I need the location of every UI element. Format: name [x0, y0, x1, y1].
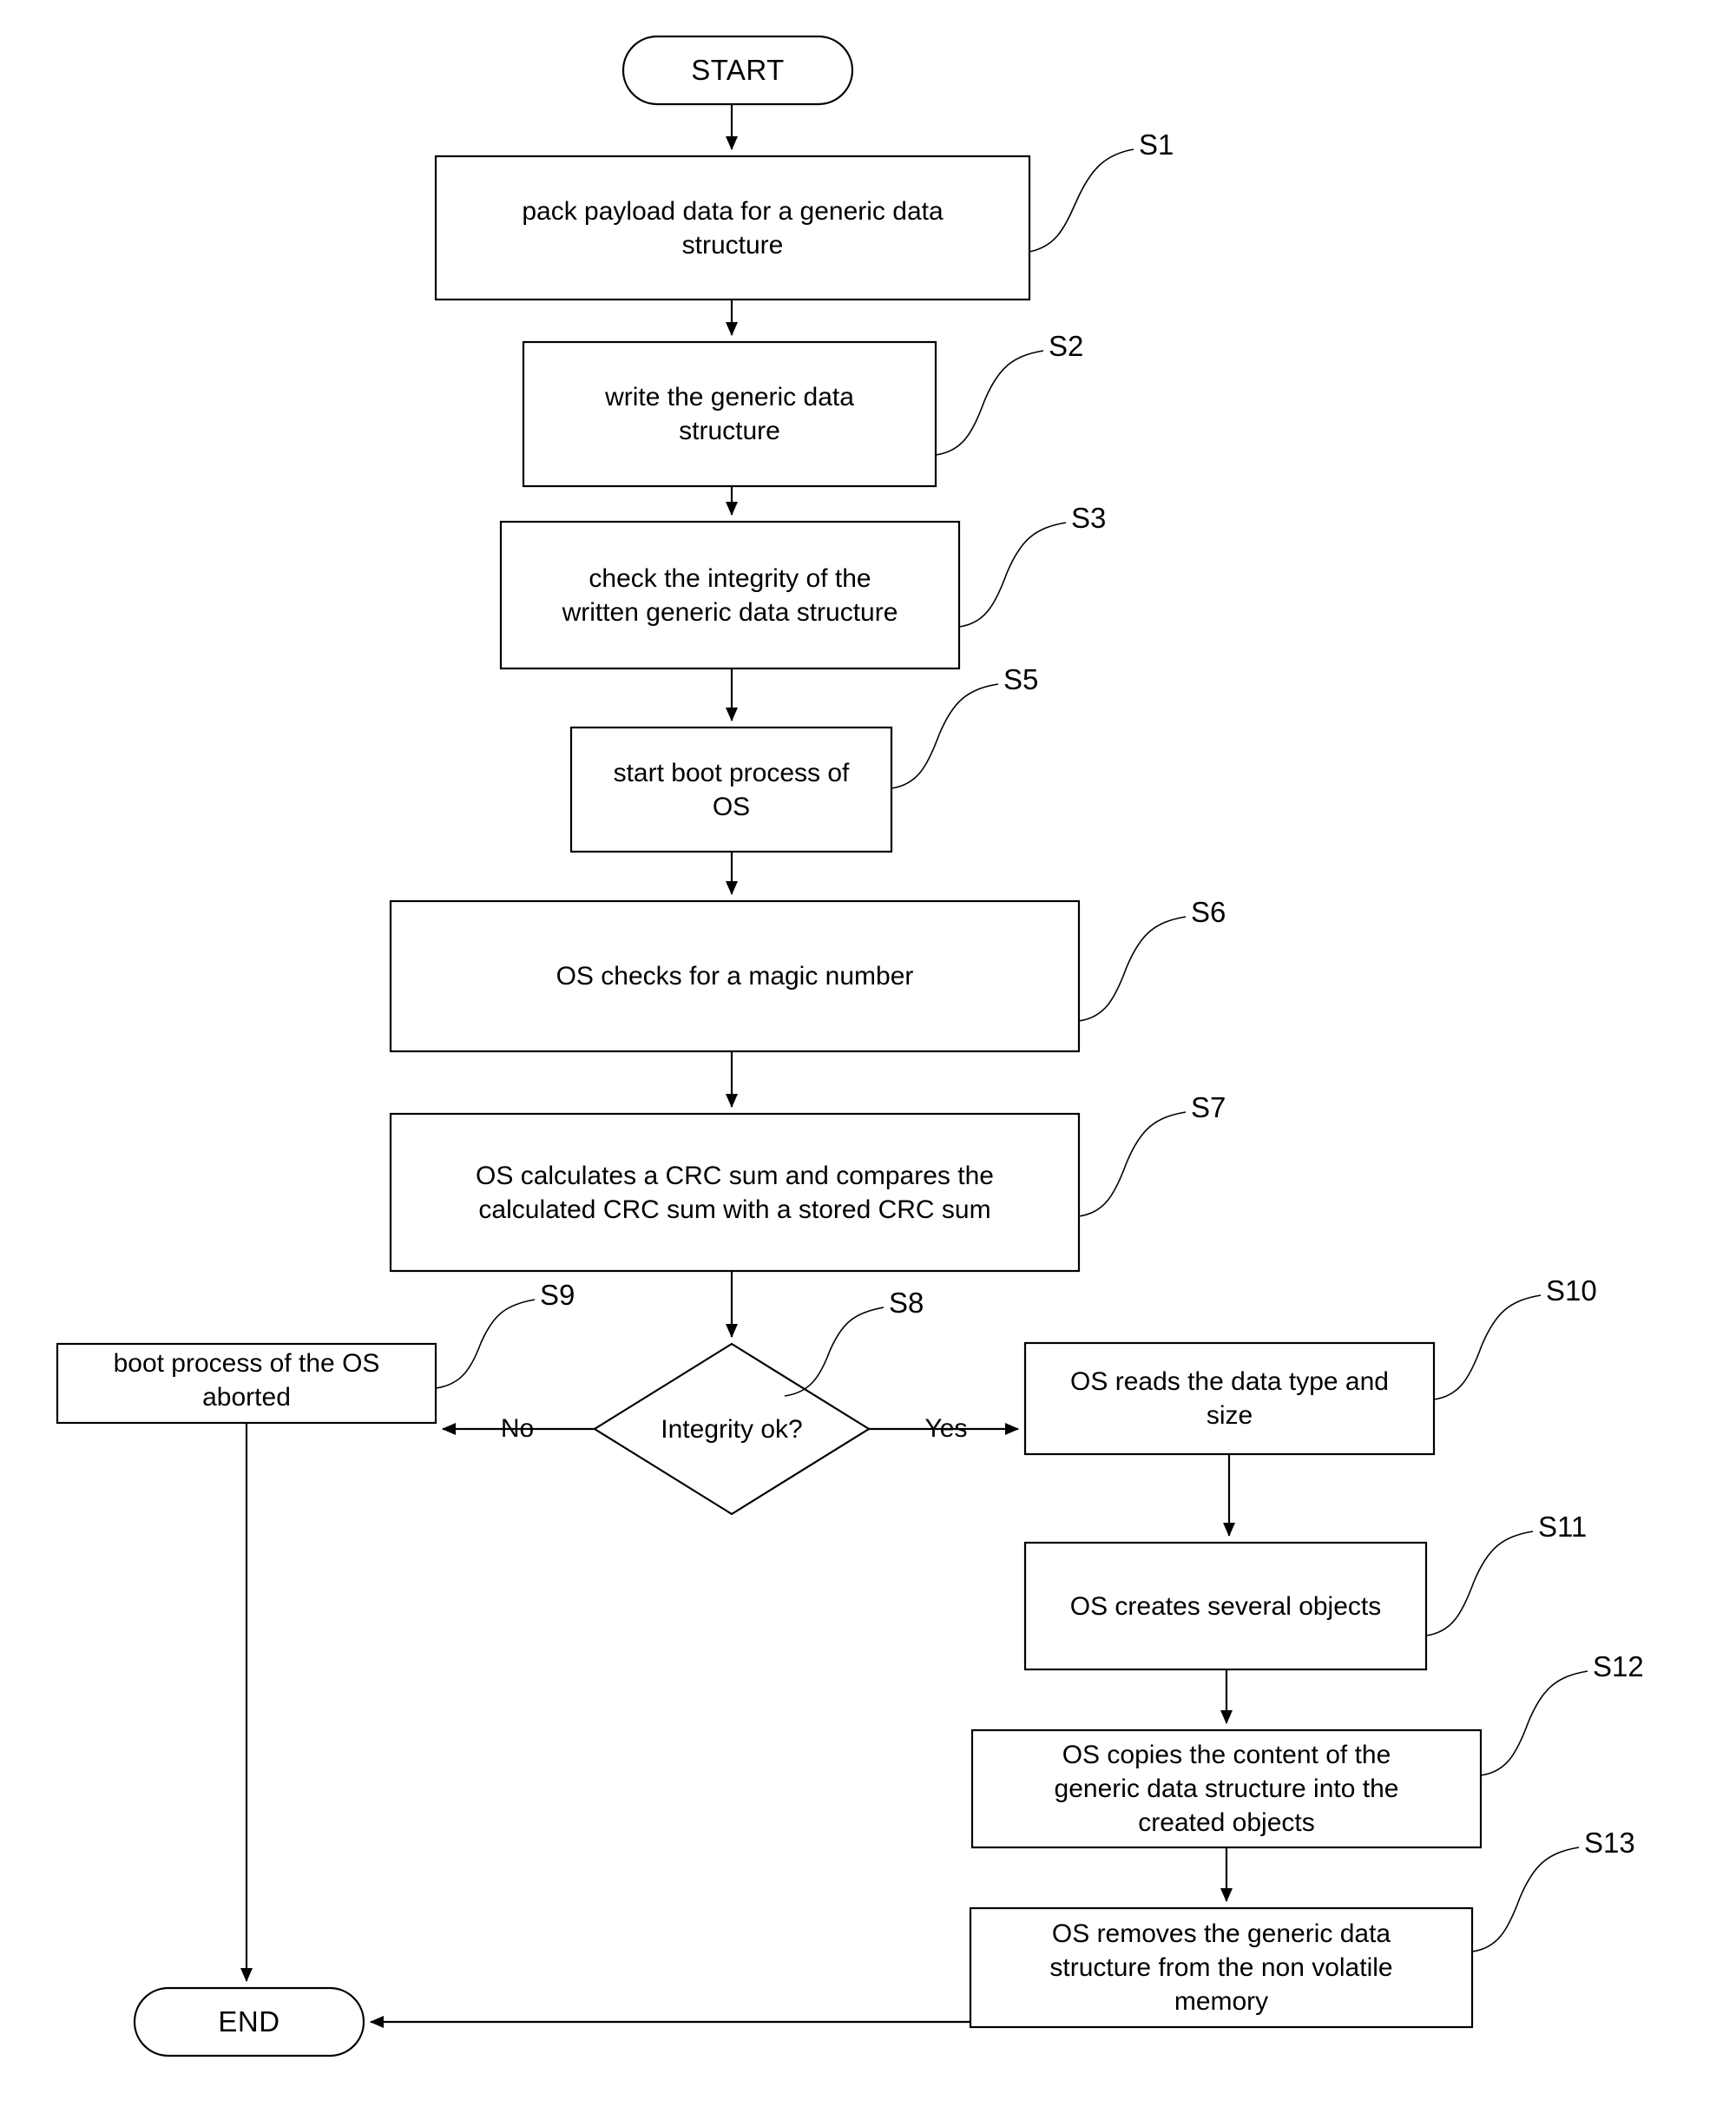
ref-label-s3: S3	[1071, 502, 1107, 534]
leader-s1	[1029, 148, 1134, 253]
ref-label-s1: S1	[1139, 128, 1174, 161]
leader-s2	[935, 350, 1044, 456]
node-shape-start[interactable]	[621, 35, 854, 106]
node-shape-s9[interactable]	[56, 1342, 437, 1425]
ref-label-s10: S10	[1546, 1274, 1597, 1307]
ref-label-s11: S11	[1538, 1511, 1588, 1543]
edge-label-no: No	[500, 1414, 535, 1443]
ref-label-s6: S6	[1191, 896, 1226, 928]
ref-label-s12: S12	[1593, 1650, 1644, 1682]
ref-label-s8: S8	[889, 1287, 924, 1319]
leader-s8	[784, 1307, 884, 1397]
leader-s9	[435, 1299, 536, 1389]
leader-s5	[891, 683, 999, 789]
node-shape-end[interactable]	[133, 1986, 365, 2057]
node-shape-s8[interactable]	[592, 1342, 871, 1516]
flowchart-svg	[56, 35, 1588, 2057]
node-shape-s12[interactable]	[970, 1728, 1483, 1849]
node-shape-s2[interactable]	[522, 340, 937, 488]
node-shape-s11[interactable]	[1023, 1541, 1428, 1671]
leader-s6	[1078, 916, 1187, 1022]
node-shape-s13[interactable]	[969, 1906, 1474, 2029]
ref-label-s5: S5	[1003, 663, 1039, 695]
leader-s7	[1078, 1111, 1187, 1217]
node-shape-s1[interactable]	[434, 155, 1031, 301]
leader-s3	[958, 522, 1067, 628]
ref-label-s9: S9	[540, 1279, 575, 1311]
flowchart-canvas: START pack payload data for a generic da…	[0, 0, 1736, 2120]
leader-s10	[1433, 1294, 1542, 1400]
edge-label-yes: Yes	[924, 1414, 968, 1443]
node-shape-s3[interactable]	[499, 520, 961, 670]
leader-s12	[1480, 1670, 1588, 1776]
node-shape-s7[interactable]	[389, 1112, 1081, 1273]
node-shape-s5[interactable]	[569, 726, 893, 853]
node-shape-s6[interactable]	[389, 899, 1081, 1053]
ref-label-s7: S7	[1191, 1091, 1226, 1123]
leader-s13	[1471, 1847, 1580, 1952]
leader-s11	[1425, 1531, 1534, 1636]
ref-label-s2: S2	[1049, 330, 1084, 362]
node-shape-s10[interactable]	[1023, 1341, 1436, 1456]
ref-label-s13: S13	[1584, 1827, 1635, 1859]
